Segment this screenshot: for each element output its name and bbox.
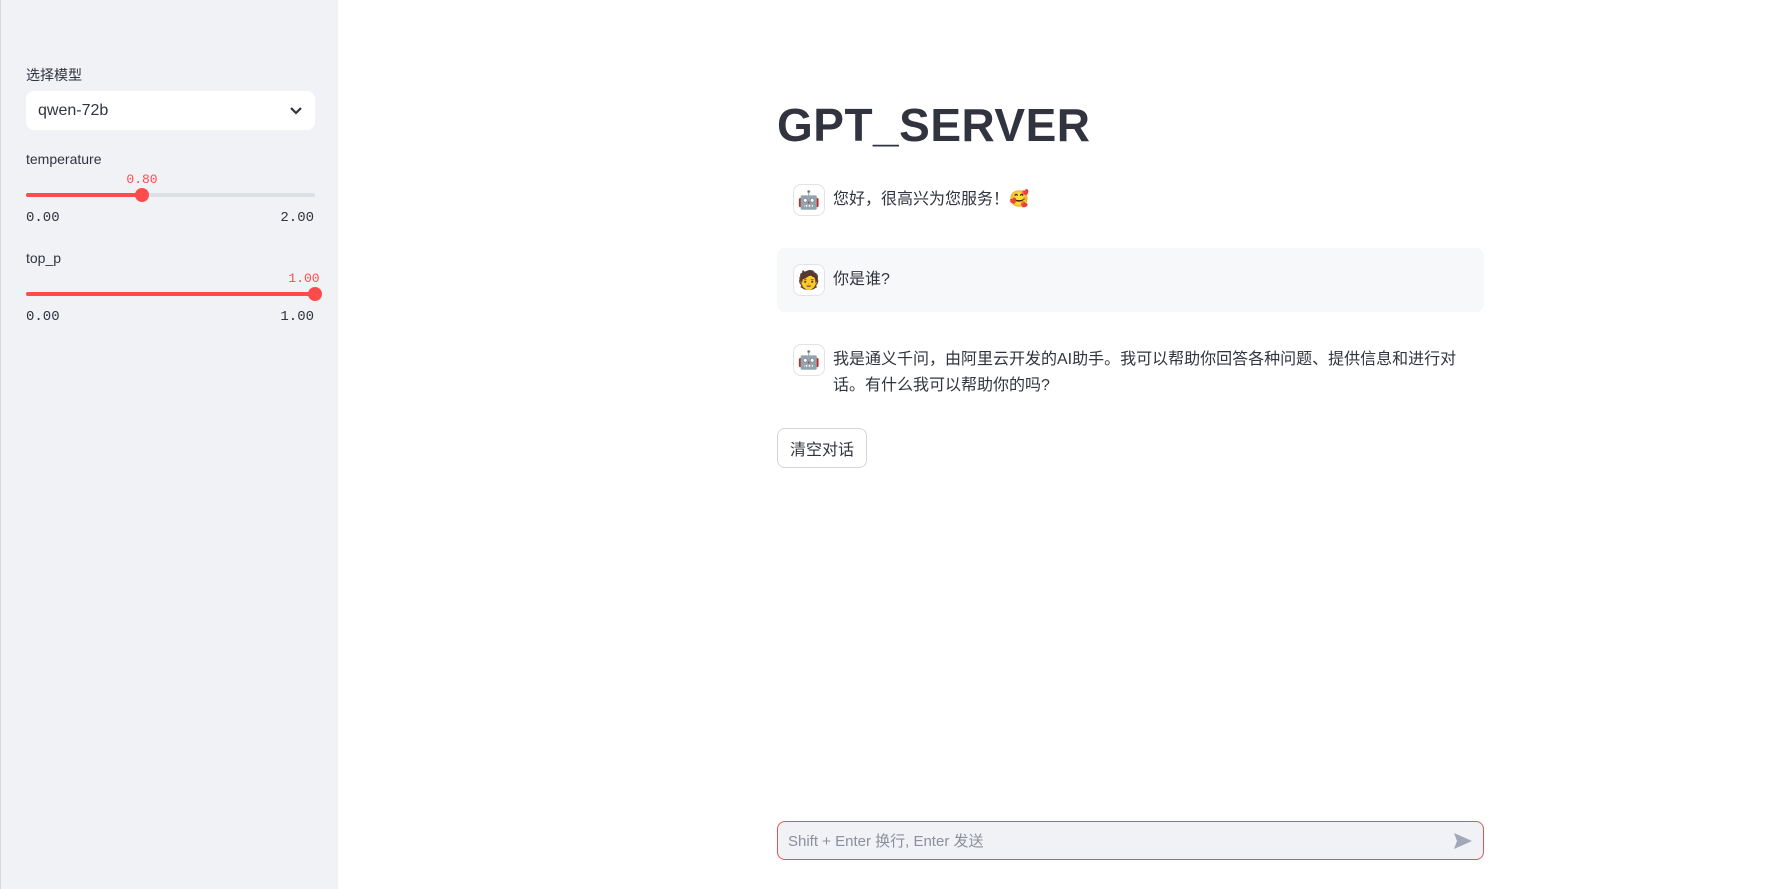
send-icon[interactable]	[1453, 832, 1473, 850]
user-avatar-icon: 🧑	[793, 264, 825, 296]
model-select-value: qwen-72b	[38, 101, 109, 119]
temperature-min: 0.00	[26, 210, 60, 226]
temperature-max: 2.00	[280, 210, 314, 226]
top-p-min: 0.00	[26, 309, 60, 325]
chat-input-placeholder: Shift + Enter 换行, Enter 发送	[788, 833, 984, 850]
top-p-max: 1.00	[280, 309, 314, 325]
robot-avatar-icon: 🤖	[793, 344, 825, 376]
clear-chat-button[interactable]: 清空对话	[777, 428, 867, 468]
message-text: 我是通义千问，由阿里云开发的AI助手。我可以帮助你回答各种问题、提供信息和进行对…	[833, 351, 1457, 394]
message-text: 您好，很高兴为您服务！🥰	[833, 191, 1029, 208]
temperature-slider-thumb[interactable]	[134, 188, 149, 202]
top-p-label: top_p	[26, 250, 62, 266]
chat-message-user: 🧑 你是谁?	[777, 248, 1484, 312]
model-select-label: 选择模型	[26, 67, 82, 83]
temperature-slider[interactable]	[26, 188, 315, 202]
temperature-slider-fill	[26, 193, 142, 197]
message-text: 你是谁?	[833, 271, 890, 288]
temperature-value: 0.80	[126, 172, 158, 187]
chat-input[interactable]: Shift + Enter 换行, Enter 发送	[777, 821, 1484, 860]
model-select[interactable]: qwen-72b	[26, 91, 315, 130]
top-p-value: 1.00	[288, 271, 320, 286]
chat-message-assistant: 🤖 我是通义千问，由阿里云开发的AI助手。我可以帮助你回答各种问题、提供信息和进…	[777, 344, 1484, 399]
temperature-label: temperature	[26, 151, 102, 167]
sidebar: 选择模型 qwen-72b temperature 0.80 0.00 2.00…	[0, 0, 338, 889]
chevron-down-icon	[290, 106, 302, 115]
top-p-slider-thumb[interactable]	[308, 287, 322, 301]
top-p-slider-fill	[26, 292, 315, 296]
chat-message-assistant: 🤖 您好，很高兴为您服务！🥰	[777, 184, 1484, 216]
robot-avatar-icon: 🤖	[793, 184, 825, 216]
top-p-slider[interactable]	[26, 287, 322, 301]
page-title: GPT_SERVER	[777, 99, 1091, 151]
